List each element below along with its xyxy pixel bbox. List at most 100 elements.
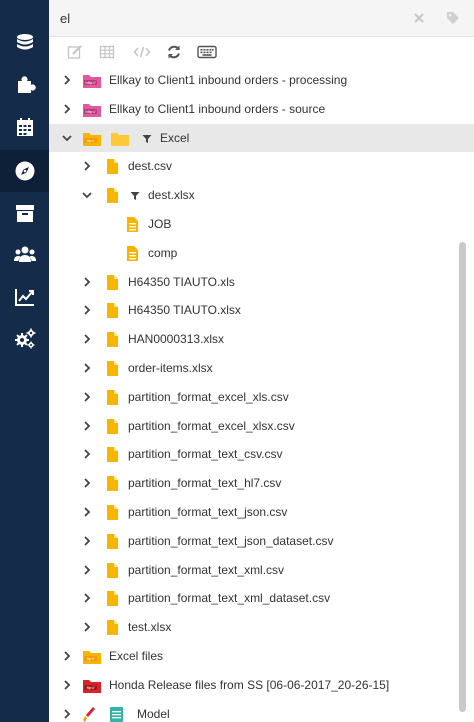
file-icon bbox=[104, 389, 122, 406]
chevron-right-icon[interactable] bbox=[81, 621, 93, 633]
tree-row[interactable]: partition_format_text_xml_dataset.csv bbox=[49, 584, 474, 612]
tree-row[interactable]: comp bbox=[49, 239, 474, 267]
chevron-right-icon[interactable] bbox=[81, 506, 93, 518]
nav-calendar-button[interactable] bbox=[0, 106, 49, 148]
nav-gears-button[interactable] bbox=[0, 318, 49, 360]
keyboard-button[interactable] bbox=[196, 42, 218, 62]
file-icon bbox=[104, 533, 122, 550]
filter-icon bbox=[130, 190, 140, 200]
chevron-right-icon[interactable] bbox=[81, 333, 93, 345]
clear-icon[interactable] bbox=[413, 12, 425, 24]
code-icon bbox=[133, 44, 151, 60]
http-folder-icon: http:// bbox=[82, 72, 102, 89]
tree-item-label: dest.xlsx bbox=[148, 188, 195, 202]
chevron-right-icon[interactable] bbox=[81, 304, 93, 316]
calendar-icon bbox=[14, 116, 36, 138]
tree-row[interactable]: dest.csv bbox=[49, 152, 474, 180]
nav-compass-button[interactable] bbox=[0, 150, 49, 192]
gears-icon bbox=[13, 327, 37, 351]
tree-row[interactable]: dest.xlsx bbox=[49, 181, 474, 209]
nav-archive-button[interactable] bbox=[0, 192, 49, 234]
svg-text:ftp://: ftp:// bbox=[87, 656, 96, 661]
tree-row[interactable]: partition_format_text_hl7.csv bbox=[49, 469, 474, 497]
tree-item-label: test.xlsx bbox=[128, 620, 172, 634]
tree-item-label: partition_format_text_xml.csv bbox=[128, 563, 285, 577]
tree-row[interactable]: HAN0000313.xlsx bbox=[49, 325, 474, 353]
chevron-right-icon[interactable] bbox=[81, 564, 93, 576]
archive-icon bbox=[14, 202, 36, 224]
folder-icon bbox=[110, 130, 130, 147]
chevron-right-icon[interactable] bbox=[81, 592, 93, 604]
tree-row[interactable]: partition_format_excel_xls.csv bbox=[49, 383, 474, 411]
file-icon bbox=[104, 475, 122, 492]
tree-item-label: Excel files bbox=[109, 649, 164, 663]
tree-item-label: HAN0000313.xlsx bbox=[128, 332, 225, 346]
chart-icon bbox=[13, 286, 37, 308]
sidebar-rail bbox=[0, 0, 49, 722]
table-button[interactable] bbox=[96, 42, 118, 62]
explorer-panel: http:// Ellkay to Client1 inbound orders … bbox=[49, 0, 474, 722]
tree-row[interactable]: order-items.xlsx bbox=[49, 354, 474, 382]
tree-row[interactable]: ftp:// Excel bbox=[49, 124, 474, 152]
nav-puzzle-button[interactable] bbox=[0, 64, 49, 106]
chevron-right-icon[interactable] bbox=[81, 391, 93, 403]
chevron-right-icon[interactable] bbox=[61, 708, 73, 720]
tree-row[interactable]: ftp:// Excel files bbox=[49, 642, 474, 670]
tree-item-label: order-items.xlsx bbox=[128, 361, 213, 375]
tree-row[interactable]: test.xlsx bbox=[49, 613, 474, 641]
tree-row[interactable]: partition_format_excel_xlsx.csv bbox=[49, 412, 474, 440]
edit-button[interactable] bbox=[64, 42, 86, 62]
chevron-right-icon[interactable] bbox=[61, 679, 73, 691]
tree-row[interactable]: Model bbox=[49, 700, 474, 722]
toolbar bbox=[49, 37, 474, 67]
tree-row[interactable]: http:// Ellkay to Client1 inbound orders … bbox=[49, 95, 474, 123]
chevron-right-icon[interactable] bbox=[61, 74, 73, 86]
sheet-icon bbox=[124, 245, 142, 262]
chevron-right-icon[interactable] bbox=[81, 420, 93, 432]
tree-row[interactable]: partition_format_text_json_dataset.csv bbox=[49, 527, 474, 555]
tree-item-label: partition_format_text_csv.csv bbox=[128, 447, 283, 461]
tree-row[interactable]: partition_format_text_xml.csv bbox=[49, 556, 474, 584]
nav-database-button[interactable] bbox=[0, 22, 49, 64]
database-icon bbox=[14, 32, 36, 54]
tree-item-label: partition_format_text_hl7.csv bbox=[128, 476, 282, 490]
model-icon bbox=[108, 706, 126, 722]
chevron-right-icon[interactable] bbox=[81, 535, 93, 547]
svg-text:ftp://: ftp:// bbox=[87, 685, 96, 690]
nav-users-button[interactable] bbox=[0, 234, 49, 276]
tree-row[interactable]: JOB bbox=[49, 210, 474, 238]
tree-row[interactable]: ftp:// Honda Release files from SS [06-06… bbox=[49, 671, 474, 699]
chevron-right-icon[interactable] bbox=[81, 362, 93, 374]
svg-text:ftp://: ftp:// bbox=[87, 138, 96, 143]
tree-row[interactable]: H64350 TIAUTO.xls bbox=[49, 268, 474, 296]
ftp-folder-icon: ftp:// bbox=[82, 648, 102, 665]
chevron-right-icon[interactable] bbox=[81, 160, 93, 172]
chevron-down-icon[interactable] bbox=[61, 132, 73, 144]
scrollbar[interactable] bbox=[459, 242, 466, 712]
brush-icon bbox=[82, 706, 96, 722]
chevron-right-icon[interactable] bbox=[61, 650, 73, 662]
chevron-down-icon[interactable] bbox=[81, 189, 93, 201]
code-button[interactable] bbox=[131, 42, 153, 62]
chevron-right-icon[interactable] bbox=[81, 276, 93, 288]
tree-row[interactable]: H64350 TIAUTO.xlsx bbox=[49, 296, 474, 324]
file-icon bbox=[104, 446, 122, 463]
ftp-folder-icon: ftp:// bbox=[82, 677, 102, 694]
tree-row[interactable]: http:// Ellkay to Client1 inbound orders … bbox=[49, 66, 474, 94]
tree-item-label: H64350 TIAUTO.xlsx bbox=[128, 303, 241, 317]
tree-item-label: Excel bbox=[160, 131, 190, 145]
tree-row[interactable]: partition_format_text_json.csv bbox=[49, 498, 474, 526]
chevron-right-icon[interactable] bbox=[81, 477, 93, 489]
tree-item-label: Ellkay to Client1 inbound orders - sourc… bbox=[109, 102, 326, 116]
tree-item-label: Ellkay to Client1 inbound orders - proce… bbox=[109, 73, 348, 87]
refresh-button[interactable] bbox=[163, 42, 185, 62]
tree-item-label: H64350 TIAUTO.xls bbox=[128, 275, 235, 289]
tree-item-label: Model bbox=[137, 707, 170, 721]
chevron-right-icon[interactable] bbox=[81, 448, 93, 460]
chevron-right-icon[interactable] bbox=[61, 103, 73, 115]
search-input[interactable] bbox=[49, 0, 409, 36]
ftp-folder-icon: ftp:// bbox=[82, 130, 102, 147]
tag-icon[interactable] bbox=[446, 11, 460, 25]
tree-row[interactable]: partition_format_text_csv.csv bbox=[49, 440, 474, 468]
nav-chart-button[interactable] bbox=[0, 276, 49, 318]
